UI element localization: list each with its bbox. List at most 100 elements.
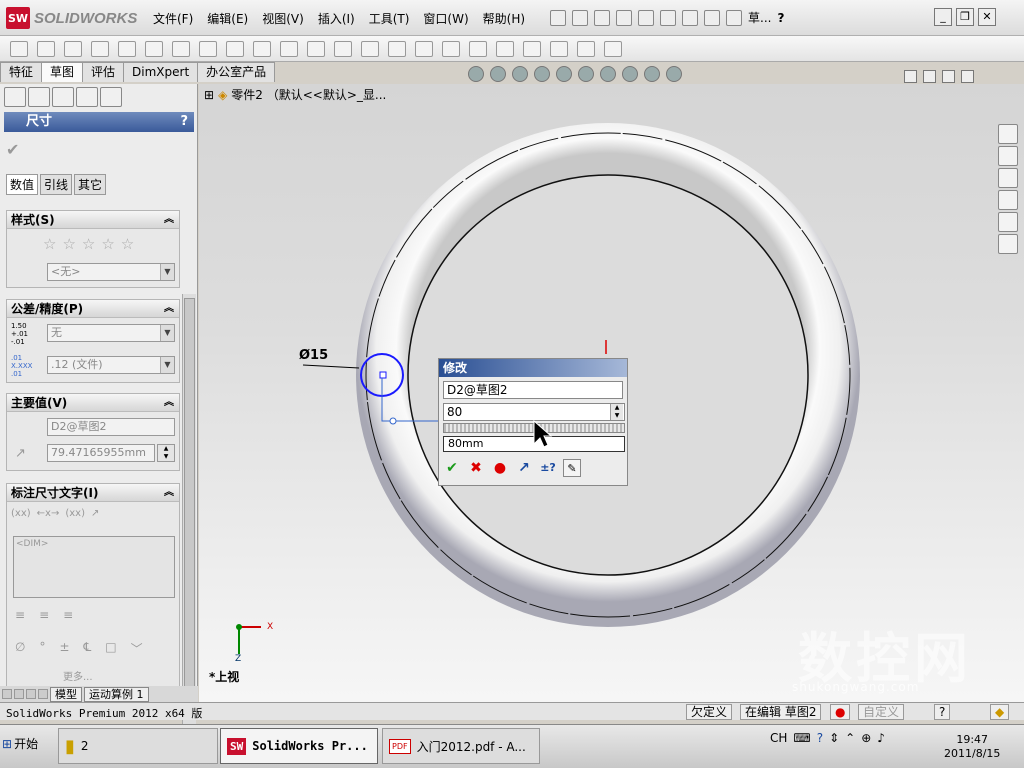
degree-symbol-icon[interactable]: ° (39, 640, 45, 657)
value-spin-buttons[interactable]: ▲ ▼ (610, 404, 623, 420)
rapid-sketch-icon[interactable] (604, 40, 622, 57)
pm-help-icon[interactable]: ? (180, 112, 188, 132)
primary-value-header[interactable]: 主要值(V) ︽ (7, 394, 179, 412)
trim-icon[interactable] (388, 40, 406, 57)
first-tab-icon[interactable] (2, 689, 12, 699)
flyout-tree-item[interactable]: ⊞ ◈ 零件2 （默认<<默认>_显... (204, 86, 386, 103)
circle-center-point[interactable] (379, 371, 387, 379)
align-left-icon[interactable]: ≡ (15, 608, 25, 622)
apply-scene-icon[interactable] (644, 66, 660, 82)
hide-show-icon[interactable] (600, 66, 616, 82)
circle-icon[interactable] (145, 40, 163, 57)
mirror-icon[interactable] (442, 40, 460, 57)
dimension-text-box[interactable]: <DIM> (13, 536, 175, 598)
appearances-icon[interactable] (998, 212, 1018, 232)
menu-file[interactable]: 文件(F) (146, 10, 200, 28)
diameter-dimension-label[interactable]: Ø15 (299, 348, 328, 363)
tab-office-products[interactable]: 办公室产品 (197, 62, 276, 82)
tab-features[interactable]: 特征 (0, 62, 43, 82)
vp-close-icon[interactable] (961, 70, 974, 83)
align-center-icon[interactable]: ≡ (39, 608, 49, 622)
wand-icon[interactable]: ✎ (563, 459, 581, 477)
view-settings-icon[interactable] (666, 66, 682, 82)
origin-point[interactable] (389, 417, 397, 425)
align-right-icon[interactable]: ≡ (63, 608, 73, 622)
menu-window[interactable]: 窗口(W) (416, 10, 475, 28)
point-icon[interactable] (361, 40, 379, 57)
zoom-area-icon[interactable] (490, 66, 506, 82)
view-orientation-icon[interactable] (556, 66, 572, 82)
tab-model[interactable]: 模型 (50, 686, 82, 702)
menu-edit[interactable]: 编辑(E) (200, 10, 255, 28)
dimension-text-header[interactable]: 标注尺寸文字(I) ︽ (7, 484, 179, 502)
units-select[interactable]: 自定义 (858, 704, 905, 720)
open-icon[interactable] (572, 9, 588, 26)
display-style-icon[interactable] (578, 66, 594, 82)
app-logo[interactable]: SW SOLIDWORKS (6, 6, 137, 30)
spline-icon[interactable] (226, 40, 244, 57)
feature-manager-icon[interactable] (4, 87, 26, 107)
rebuild-status-icon[interactable]: ● (830, 704, 851, 720)
precision-select[interactable]: .12 (文件) ▼ (47, 356, 175, 374)
status-help-icon[interactable]: ? (934, 704, 951, 720)
modify-dialog-title[interactable]: 修改 (439, 359, 627, 377)
undo-icon[interactable] (638, 9, 654, 26)
repair-icon[interactable] (550, 40, 568, 57)
restore-icon[interactable]: ❐ (956, 8, 974, 26)
design-library-icon[interactable] (998, 146, 1018, 166)
prev-tab-icon[interactable] (14, 689, 24, 699)
menu-help[interactable]: 帮助(H) (476, 10, 532, 28)
dimension-name-field[interactable]: D2@草图2 (47, 418, 175, 436)
diameter-symbol-icon[interactable]: ∅ (15, 640, 25, 657)
minimize-icon[interactable]: _ (934, 8, 952, 26)
file-explorer-icon[interactable] (998, 168, 1018, 188)
new-icon[interactable] (550, 9, 566, 26)
arc-icon[interactable] (172, 40, 190, 57)
save-icon[interactable] (594, 9, 610, 26)
help-icon[interactable]: ? (777, 11, 784, 25)
resources-icon[interactable] (998, 124, 1018, 144)
slot-icon[interactable] (118, 40, 136, 57)
clock[interactable]: 19:47 2011/8/15 (944, 733, 1000, 761)
menu-tools[interactable]: 工具(T) (362, 10, 417, 28)
start-button[interactable]: ⊞ 开始 (2, 735, 38, 752)
move-icon[interactable] (496, 40, 514, 57)
subtab-value[interactable]: 数值 (6, 174, 39, 195)
section-view-icon[interactable] (534, 66, 550, 82)
subtab-leaders[interactable]: 引线 (40, 174, 73, 195)
last-tab-icon[interactable] (38, 689, 48, 699)
line-icon[interactable] (64, 40, 82, 57)
network-icon[interactable]: ⊕ (861, 731, 871, 745)
add-parentheses-button[interactable]: (xx) (11, 508, 31, 519)
dimension-name-input[interactable]: D2@草图2 (443, 381, 623, 399)
scrollbar-thumb[interactable] (184, 298, 195, 698)
close-icon[interactable]: ✕ (978, 8, 996, 26)
tab-motion-study[interactable]: 运动算例 1 (84, 686, 149, 702)
vp-tile-icon[interactable] (942, 70, 955, 83)
style-favorite-icons[interactable]: ☆☆☆☆☆ (43, 235, 140, 253)
tab-dimxpert[interactable]: DimXpert (123, 62, 199, 82)
text-icon[interactable] (334, 40, 352, 57)
tag-icon[interactable]: ◆ (990, 704, 1010, 720)
vp-restore-icon[interactable] (923, 70, 936, 83)
keyboard-icon[interactable]: ⌨ (793, 731, 810, 745)
offset-text-icon[interactable]: ↗ (91, 508, 99, 519)
taskbar-folder[interactable]: ▮ 2 (58, 728, 218, 764)
zoom-to-fit-icon[interactable] (468, 66, 484, 82)
previous-view-icon[interactable] (512, 66, 528, 82)
taskbar-pdf[interactable]: PDF 入门2012.pdf - A... (382, 728, 540, 764)
dimension-value-input[interactable]: 80 (443, 403, 625, 421)
expand-icon[interactable]: ⊞ (204, 88, 214, 102)
plane-icon[interactable] (307, 40, 325, 57)
display-manager-icon[interactable] (100, 87, 122, 107)
print-icon[interactable] (616, 9, 632, 26)
collapse-icon[interactable]: ︽ (164, 211, 174, 229)
ok-check-icon[interactable]: ✔ (6, 140, 19, 159)
style-group-header[interactable]: 样式(S) ︽ (7, 211, 179, 229)
custom-properties-icon[interactable] (998, 234, 1018, 254)
vp-minimize-icon[interactable] (904, 70, 917, 83)
configuration-manager-icon[interactable] (52, 87, 74, 107)
centerline-symbol-icon[interactable]: ℄ (84, 640, 92, 657)
ellipse-icon[interactable] (253, 40, 271, 57)
inspection-dimension-button[interactable]: (xx) (65, 508, 85, 519)
